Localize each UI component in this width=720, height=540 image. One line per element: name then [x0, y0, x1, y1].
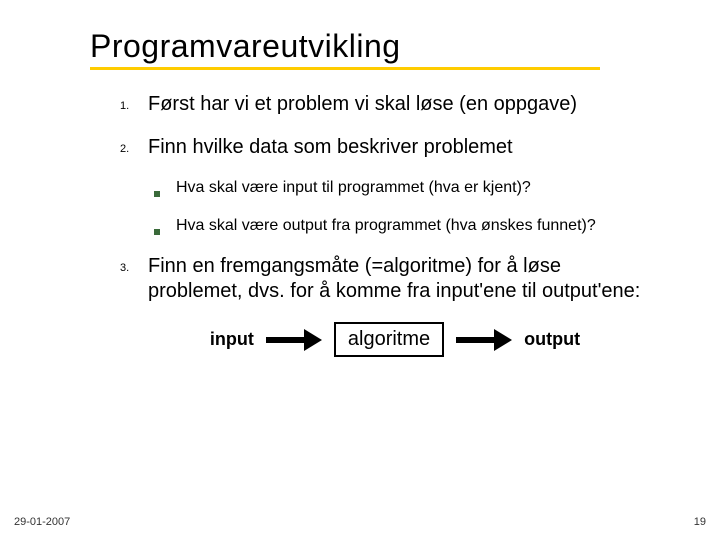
- diagram-input-label: input: [210, 329, 254, 350]
- sub-list: Hva skal være input til programmet (hva …: [154, 178, 660, 240]
- flow-diagram: input algoritme output: [130, 322, 660, 357]
- title-wrap: Programvareutvikling: [90, 28, 680, 70]
- sub-item-text: Hva skal være input til programmet (hva …: [176, 178, 660, 202]
- list-item: 3. Finn en fremgangsmåte (=algoritme) fo…: [120, 254, 660, 304]
- slide-footer: 29-01-2007 19: [14, 516, 706, 528]
- item-text: Finn en fremgangsmåte (=algoritme) for å…: [148, 254, 660, 304]
- slide-title: Programvareutvikling: [90, 28, 680, 65]
- arrow-right-icon: [266, 332, 322, 348]
- footer-page-number: 19: [694, 516, 706, 528]
- list-item: 1. Først har vi et problem vi skal løse …: [120, 92, 660, 117]
- square-bullet-icon: [154, 216, 176, 240]
- item-marker: 2.: [120, 135, 148, 160]
- footer-date: 29-01-2007: [14, 516, 70, 528]
- content-area: 1. Først har vi et problem vi skal løse …: [120, 92, 660, 357]
- arrow-right-icon: [456, 332, 512, 348]
- slide: Programvareutvikling 1. Først har vi et …: [0, 0, 720, 540]
- item-text: Finn hvilke data som beskriver problemet: [148, 135, 660, 160]
- item-text: Først har vi et problem vi skal løse (en…: [148, 92, 660, 117]
- sub-list-item: Hva skal være input til programmet (hva …: [154, 178, 660, 202]
- diagram-algorithm-box: algoritme: [334, 322, 444, 357]
- sub-item-text: Hva skal være output fra programmet (hva…: [176, 216, 660, 240]
- item-marker: 1.: [120, 92, 148, 117]
- square-bullet-icon: [154, 178, 176, 202]
- diagram-output-label: output: [524, 329, 580, 350]
- list-item: 2. Finn hvilke data som beskriver proble…: [120, 135, 660, 160]
- item-marker: 3.: [120, 254, 148, 304]
- sub-list-item: Hva skal være output fra programmet (hva…: [154, 216, 660, 240]
- title-underline: [90, 67, 600, 70]
